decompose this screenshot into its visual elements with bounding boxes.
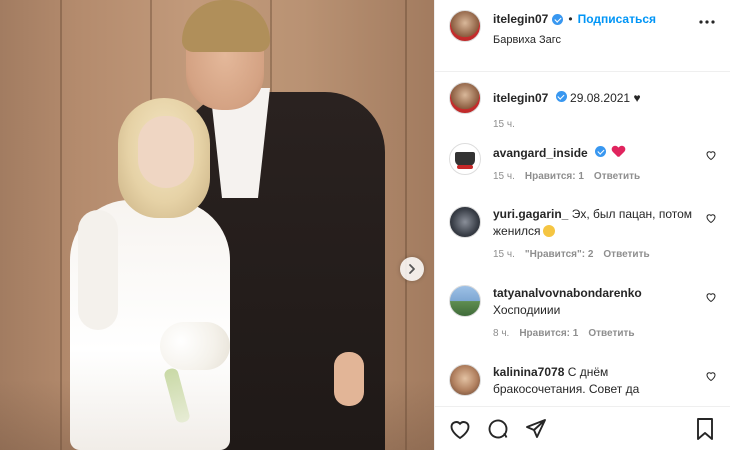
bookmark-icon bbox=[697, 417, 713, 440]
comment-username[interactable]: tatyanalvovnabondarenko bbox=[493, 286, 642, 300]
bouquet bbox=[160, 322, 230, 370]
comment-text: Хосподииии bbox=[493, 303, 561, 317]
verified-badge-icon bbox=[552, 13, 564, 25]
comment-username[interactable]: kalinina7078 bbox=[493, 365, 564, 379]
share-button[interactable] bbox=[523, 416, 549, 442]
reply-button[interactable]: Ответить bbox=[603, 249, 649, 260]
comment-likes[interactable]: Нравится: 1 bbox=[519, 328, 578, 339]
chevron-right-icon bbox=[409, 264, 415, 274]
instagram-post-modal: itelegin07 • Подписаться Барвиха Загс it… bbox=[0, 0, 730, 450]
comment-button[interactable] bbox=[485, 416, 511, 442]
follow-button[interactable]: Подписаться bbox=[578, 12, 656, 26]
save-button[interactable] bbox=[692, 416, 718, 442]
bride-arm bbox=[78, 210, 118, 330]
commenter-avatar[interactable] bbox=[449, 206, 481, 238]
heart-icon[interactable] bbox=[705, 370, 717, 382]
post-caption: itelegin07 29.08.2021 ♥ 15 ч. bbox=[449, 82, 717, 130]
bride-face bbox=[138, 116, 194, 188]
post-header-info: itelegin07 • Подписаться Барвиха Загс bbox=[493, 10, 656, 46]
comment-item: yuri.gagarin_ Эх, был пацан, потом женил… bbox=[449, 206, 717, 260]
post-header: itelegin07 • Подписаться Барвиха Загс bbox=[435, 0, 730, 72]
comment-time[interactable]: 8 ч. bbox=[493, 328, 509, 339]
post-photo[interactable] bbox=[0, 0, 434, 450]
red-heart-emoji-icon bbox=[612, 146, 625, 158]
comment-time[interactable]: 15 ч. bbox=[493, 249, 515, 260]
author-username[interactable]: itelegin07 bbox=[493, 12, 548, 26]
commenter-avatar[interactable] bbox=[449, 364, 481, 396]
more-horizontal-icon[interactable] bbox=[698, 12, 716, 30]
commenter-avatar[interactable] bbox=[449, 143, 481, 175]
paper-plane-icon bbox=[526, 418, 546, 438]
post-sidebar: itelegin07 • Подписаться Барвиха Загс it… bbox=[434, 0, 730, 450]
reply-button[interactable]: Ответить bbox=[594, 171, 640, 182]
face-with-tears-emoji-icon bbox=[542, 225, 555, 237]
verified-badge-icon bbox=[555, 91, 567, 102]
comment-likes[interactable]: "Нравится": 2 bbox=[525, 249, 594, 260]
caption-author-avatar[interactable] bbox=[449, 82, 481, 114]
post-location[interactable]: Барвиха Загс bbox=[493, 34, 656, 46]
like-button[interactable] bbox=[447, 416, 473, 442]
avangard-logo-icon bbox=[455, 152, 475, 169]
comment-time[interactable]: 15 ч. bbox=[493, 171, 515, 182]
commenter-avatar[interactable] bbox=[449, 285, 481, 317]
comment-icon bbox=[488, 419, 508, 438]
heart-icon[interactable] bbox=[705, 212, 717, 224]
separator-dot: • bbox=[568, 12, 573, 26]
groom-hair bbox=[182, 0, 270, 52]
comment-likes[interactable]: Нравится: 1 bbox=[525, 171, 584, 182]
post-action-bar bbox=[435, 406, 730, 450]
caption-time[interactable]: 15 ч. bbox=[493, 119, 515, 130]
comment-item: kalinina7078 С днём бракосочетания. Сове… bbox=[449, 364, 717, 408]
caption-username[interactable]: itelegin07 bbox=[493, 91, 548, 105]
caption-text: 29.08.2021 ♥ bbox=[570, 91, 641, 105]
verified-badge-icon bbox=[595, 146, 607, 157]
author-avatar[interactable] bbox=[449, 10, 481, 42]
carousel-next-button[interactable] bbox=[400, 257, 424, 281]
heart-icon[interactable] bbox=[705, 149, 717, 161]
comment-username[interactable]: avangard_inside bbox=[493, 146, 588, 160]
heart-icon[interactable] bbox=[705, 291, 717, 303]
groom-hand bbox=[334, 352, 364, 406]
heart-icon bbox=[450, 420, 470, 439]
comment-username[interactable]: yuri.gagarin_ bbox=[493, 207, 568, 221]
reply-button[interactable]: Ответить bbox=[588, 328, 634, 339]
comment-item: tatyanalvovnabondarenko Хосподииии 8 ч. … bbox=[449, 285, 717, 339]
comment-item: avangard_inside 15 ч. Нравится: 1 Ответи… bbox=[449, 143, 717, 182]
